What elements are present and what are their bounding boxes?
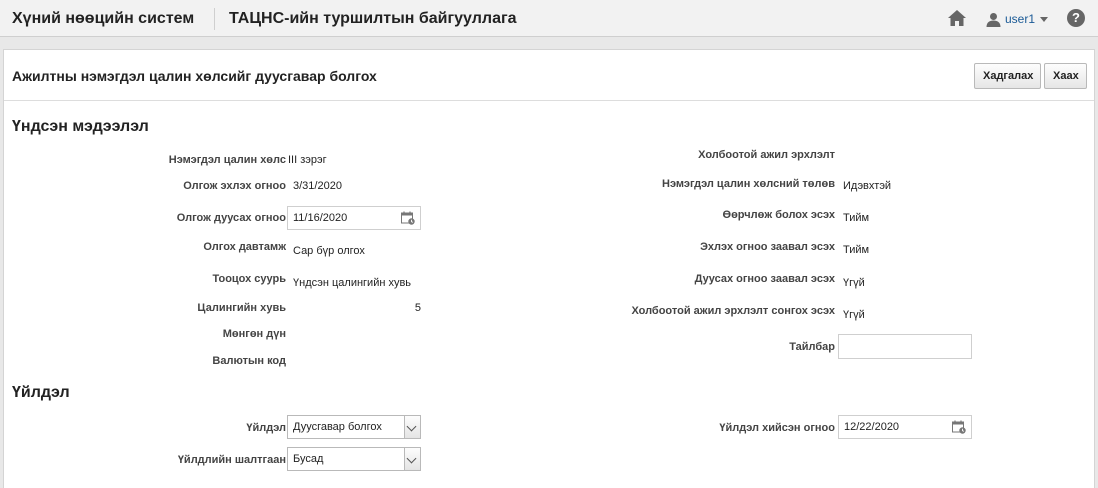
action-select-value: Дуусгавар болгох [293, 421, 382, 433]
linked-job-label: Холбоотой ажил эрхлэлт [698, 149, 835, 161]
action-reason-select[interactable]: Бусад [287, 447, 421, 471]
salary-percent-label: Цалингийн хувь [197, 302, 286, 314]
note-input[interactable] [838, 334, 972, 359]
chevron-down-icon[interactable] [404, 448, 420, 470]
action-heading: Үйлдэл [12, 384, 70, 401]
replaceable-label: Өөрчлөж болох эсэх [722, 209, 835, 221]
save-button[interactable]: Хадгалах [974, 63, 1041, 89]
start-date-label: Олгож эхлэх огноо [183, 180, 286, 192]
action-label: Үйлдэл [246, 422, 286, 434]
note-label: Тайлбар [789, 341, 835, 353]
action-date-value: 12/22/2020 [844, 421, 900, 433]
end-date-label: Олгож дуусах огноо [176, 212, 286, 224]
start-required-label: Эхлэх огноо заавал эсэх [700, 241, 835, 253]
choose-linked-label: Холбоотой ажил эрхлэлт сонгох эсэх [631, 305, 835, 317]
frequency-label: Олгох давтамж [203, 241, 286, 253]
chevron-down-icon[interactable] [404, 416, 420, 438]
user-menu[interactable]: user1 [986, 9, 1049, 29]
end-required-value: Үгүй [843, 277, 865, 289]
action-reason-label: Үйлдлийн шалтгаан [177, 454, 286, 466]
organization-title: ТАЦНС-ийн туршилтын байгууллага [229, 10, 517, 27]
calendar-icon[interactable] [952, 420, 966, 434]
end-required-label: Дуусах огноо заавал эсэх [694, 273, 835, 285]
help-icon[interactable]: ? [1067, 9, 1085, 27]
close-button[interactable]: Хаах [1044, 63, 1087, 89]
start-required-value: Тийм [843, 244, 870, 256]
end-date-field[interactable]: 11/16/2020 [287, 206, 421, 230]
app-title[interactable]: Хүний нөөцийн систем [12, 10, 194, 28]
top-bar: Хүний нөөцийн систем ТАЦНС-ийн туршилтын… [0, 0, 1098, 37]
bonus-type-value: III зэрэг [288, 154, 327, 166]
salary-percent-value: 5 [414, 302, 421, 314]
action-reason-value: Бусад [293, 453, 324, 465]
calc-base-value: Үндсэн цалингийн хувь [293, 277, 412, 289]
action-select[interactable]: Дуусгавар болгох [287, 415, 421, 439]
page-title: Ажилтны нэмэгдэл цалин хөлсийг дуусгавар… [12, 68, 377, 84]
bonus-status-label: Нэмэгдэл цалин хөлсний төлөв [662, 178, 835, 190]
end-date-value: 11/16/2020 [293, 212, 348, 224]
replaceable-value: Тийм [843, 212, 870, 224]
choose-linked-value: Үгүй [843, 309, 865, 321]
start-date-value: 3/31/2020 [293, 180, 342, 192]
action-date-label: Үйлдэл хийсэн огноо [719, 422, 835, 434]
user-icon [986, 12, 1001, 27]
calendar-icon[interactable] [401, 211, 415, 225]
bonus-status-value: Идэвхтэй [843, 180, 892, 192]
bonus-type-label: Нэмэгдэл цалин хөлс [168, 154, 286, 166]
amount-label: Мөнгөн дүн [222, 328, 286, 340]
calc-base-label: Тооцох суурь [212, 273, 286, 285]
chevron-down-icon [1040, 16, 1049, 22]
currency-label: Валютын код [212, 355, 286, 367]
action-date-field[interactable]: 12/22/2020 [838, 415, 972, 439]
panel-header: Ажилтны нэмэгдэл цалин хөлсийг дуусгавар… [4, 50, 1094, 101]
frequency-value: Сар бүр олгох [293, 245, 365, 257]
user-name: user1 [1005, 12, 1036, 26]
home-icon[interactable] [947, 9, 967, 27]
basic-info-heading: Үндсэн мэдээлэл [12, 118, 149, 135]
topbar-divider [214, 8, 215, 30]
